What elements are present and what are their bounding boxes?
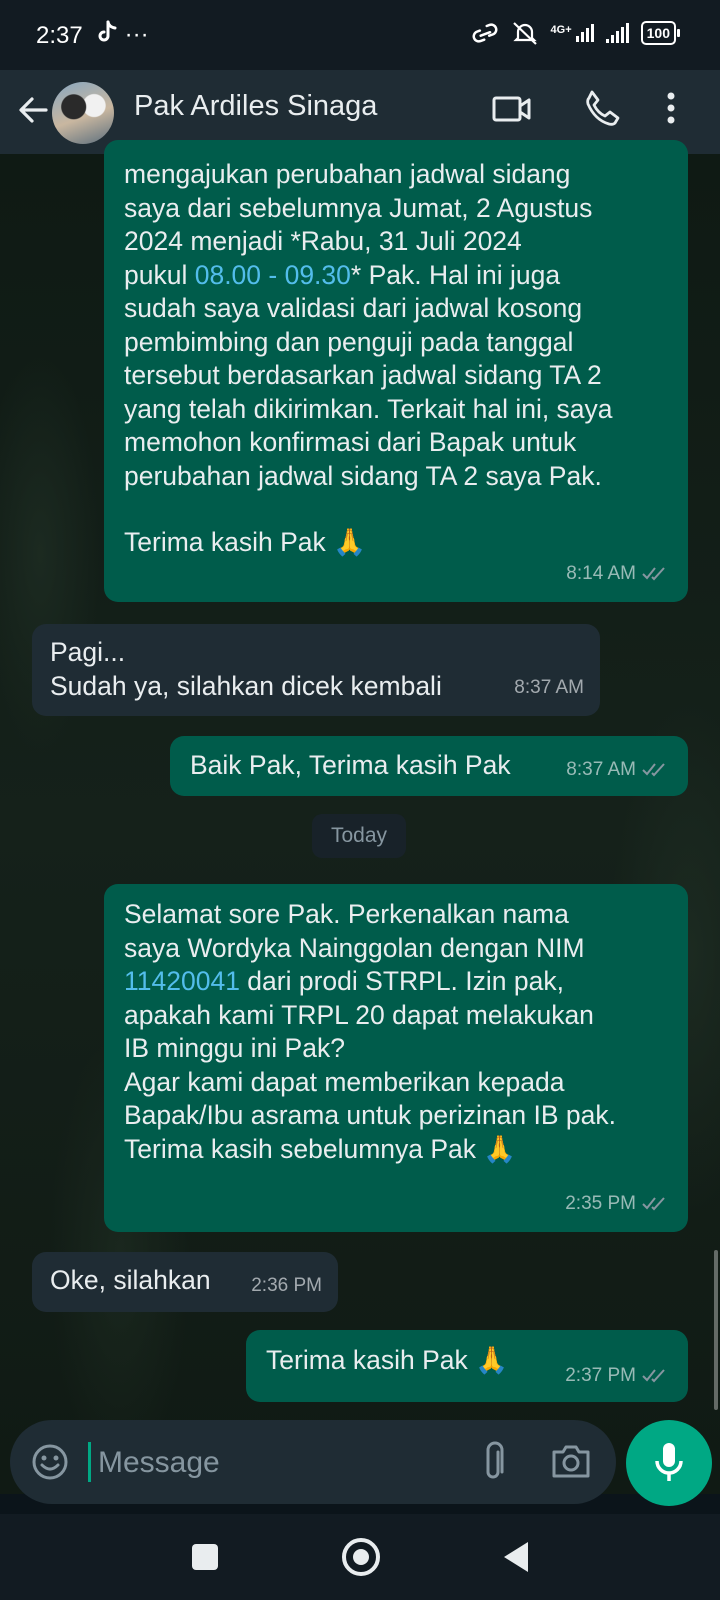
- message-time: 8:14 AM: [566, 562, 636, 584]
- message-line: tersebut berdasarkan jadwal sidang TA 2: [124, 360, 602, 390]
- message-line: pembimbing dan penguji pada tanggal: [124, 326, 574, 357]
- message-bubble-outgoing[interactable]: Baik Pak, Terima kasih Pak 8:37 AM: [170, 736, 688, 796]
- message-time: 2:35 PM: [565, 1192, 636, 1214]
- back-button[interactable]: [504, 1542, 528, 1572]
- nim-link[interactable]: 11420041: [124, 966, 240, 996]
- message-meta: 8:14 AM: [566, 557, 670, 591]
- signal-icon: [605, 23, 629, 43]
- scrollbar-thumb[interactable]: [714, 1250, 718, 1410]
- more-dots-icon: ···: [124, 21, 149, 48]
- status-right-icons: 4G+ 100: [471, 20, 681, 46]
- time-link[interactable]: 08.00 - 09.30: [195, 260, 351, 290]
- recents-button[interactable]: [192, 1544, 218, 1570]
- message-meta: 2:36 PM: [251, 1269, 322, 1303]
- status-left-icons: ···: [96, 20, 149, 49]
- message-line: [124, 493, 668, 526]
- message-line: pukul 08.00 - 09.30* Pak. Hal ini juga: [124, 259, 668, 293]
- network-label: 4G+: [550, 24, 572, 36]
- message-line: memohon konfirmasi dari Bapak untuk: [124, 427, 577, 457]
- message-line: Sudah ya, silahkan dicek kembali: [50, 670, 442, 701]
- read-ticks-icon: [642, 763, 665, 777]
- message-line: Terima kasih sebelumnya Pak 🙏: [124, 1133, 517, 1164]
- contact-name[interactable]: Pak Ardiles Sinaga: [134, 90, 377, 123]
- message-line: saya dari sebelumnya Jumat, 2 Agustus: [124, 192, 593, 223]
- message-line: Selamat sore Pak. Perkenalkan nama: [124, 899, 569, 929]
- message-line: yang telah dikirimkan. Terkait hal ini, …: [124, 393, 613, 424]
- avatar[interactable]: [52, 82, 114, 144]
- text-cursor: [88, 1442, 91, 1482]
- read-ticks-icon: [642, 1369, 665, 1383]
- message-time: 8:37 AM: [514, 676, 584, 698]
- message-line: 2024 menjadi *Rabu, 31 Juli 2024: [124, 226, 522, 256]
- video-call-icon[interactable]: [492, 92, 532, 126]
- emoji-icon[interactable]: [30, 1442, 70, 1482]
- system-nav-bar: [0, 1514, 720, 1600]
- message-line: Pagi...: [50, 637, 126, 667]
- link-icon: [472, 23, 497, 43]
- tiktok-icon: [98, 20, 117, 42]
- battery-icon: 100: [640, 21, 681, 45]
- message-line: saya Wordyka Nainggolan dengan NIM: [124, 932, 585, 963]
- message-line: 11420041 dari prodi STRPL. Izin pak,: [124, 965, 668, 999]
- message-line: IB minggu ini Pak?: [124, 1033, 345, 1063]
- message-input[interactable]: [96, 1436, 460, 1490]
- message-meta: 2:37 PM: [565, 1359, 670, 1393]
- voice-message-button[interactable]: [626, 1420, 712, 1506]
- more-vert-icon[interactable]: [664, 88, 678, 128]
- message-composer: [10, 1420, 616, 1504]
- message-bubble-outgoing[interactable]: Terima kasih Pak 🙏 2:37 PM: [246, 1330, 688, 1402]
- message-line: perubahan jadwal sidang TA 2 saya Pak.: [124, 460, 602, 491]
- message-line: Bapak/Ibu asrama untuk perizinan IB pak.: [124, 1100, 617, 1130]
- message-time: 2:37 PM: [565, 1364, 636, 1386]
- message-text: dari prodi STRPL. Izin pak,: [239, 966, 564, 996]
- message-text: * Pak. Hal ini juga: [350, 259, 561, 290]
- message-line: mengajukan perubahan jadwal sidang: [124, 159, 571, 189]
- read-ticks-icon: [642, 1197, 665, 1211]
- message-bubble-outgoing[interactable]: mengajukan perubahan jadwal sidang saya …: [104, 140, 688, 602]
- message-time: 8:37 AM: [566, 758, 636, 780]
- mute-icon: [512, 22, 537, 45]
- message-meta: 2:35 PM: [565, 1187, 670, 1221]
- phone-icon[interactable]: [582, 88, 622, 128]
- message-meta: 8:37 AM: [514, 671, 584, 705]
- camera-icon[interactable]: [550, 1442, 592, 1480]
- message-meta: 8:37 AM: [566, 753, 670, 787]
- date-separator: Today: [312, 814, 406, 858]
- message-line: sudah saya validasi dari jadwal kosong: [124, 293, 583, 323]
- message-text: pukul: [124, 259, 195, 290]
- network-icon: 4G+: [551, 24, 594, 42]
- status-bar: 2:37 ··· 4G+ 100: [0, 0, 720, 70]
- message-line: Terima kasih Pak 🙏: [124, 527, 367, 557]
- attach-icon[interactable]: [480, 1440, 506, 1484]
- microphone-icon: [655, 1443, 683, 1481]
- home-button[interactable]: [342, 1538, 380, 1576]
- message-line: Agar kami dapat memberikan kepada: [124, 1066, 565, 1097]
- message-bubble-incoming[interactable]: Pagi... Sudah ya, silahkan dicek kembali…: [32, 624, 600, 716]
- read-ticks-icon: [642, 567, 665, 581]
- message-bubble-outgoing[interactable]: Selamat sore Pak. Perkenalkan nama saya …: [104, 884, 688, 1232]
- status-time: 2:37: [36, 22, 83, 49]
- back-arrow-icon[interactable]: [14, 90, 54, 130]
- message-time: 2:36 PM: [251, 1274, 322, 1296]
- message-bubble-incoming[interactable]: Oke, silahkan 2:36 PM: [32, 1252, 338, 1312]
- message-line: apakah kami TRPL 20 dapat melakukan: [124, 999, 594, 1030]
